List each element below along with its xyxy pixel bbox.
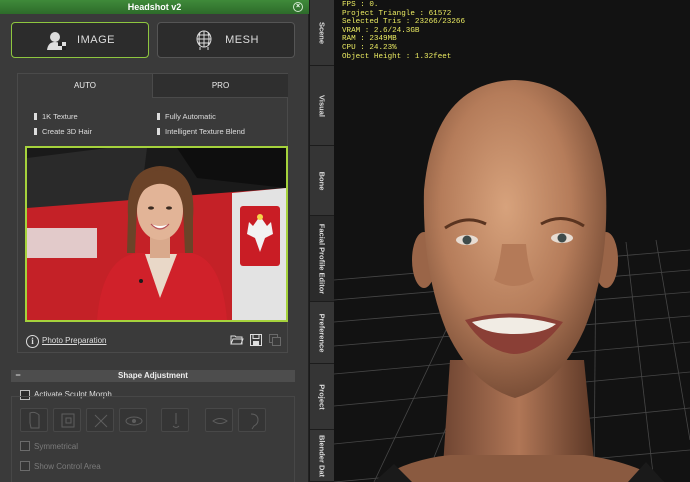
side-tab-bone[interactable]: Bone bbox=[310, 146, 334, 216]
side-tab-facial-profile-editor[interactable]: Facial Profile Editor bbox=[310, 216, 334, 302]
sculpt-tool-button bbox=[238, 408, 266, 432]
bullet-icon bbox=[157, 128, 160, 135]
sculpt-tool-button bbox=[20, 408, 48, 432]
tab-auto[interactable]: AUTO bbox=[18, 74, 153, 98]
info-icon[interactable]: i bbox=[26, 335, 39, 348]
source-photo[interactable] bbox=[25, 146, 288, 322]
side-tab-project[interactable]: Project bbox=[310, 364, 334, 430]
symmetrical-label: Symmetrical bbox=[34, 442, 79, 451]
stat-selected-tris: Selected Tris : 23266/23266 bbox=[342, 18, 466, 27]
mode-tabs-box: AUTO PRO 1K Texture Fully Automatic Crea… bbox=[17, 73, 288, 353]
stat-vram: VRAM : 2.6/24.3GB bbox=[342, 26, 420, 35]
stat-ram: RAM : 2349MB bbox=[342, 35, 397, 44]
bullet-icon bbox=[34, 113, 37, 120]
stat-fps: FPS : 0. bbox=[342, 1, 379, 9]
photo-preparation-link[interactable]: Photo Preparation bbox=[42, 336, 107, 345]
tab-pro[interactable]: PRO bbox=[153, 74, 288, 98]
head-preview-render bbox=[334, 0, 690, 482]
close-button[interactable]: × bbox=[293, 2, 303, 12]
sculpt-tool-button bbox=[205, 408, 233, 432]
portrait-checker-icon bbox=[47, 32, 67, 50]
source-photo-image bbox=[27, 148, 286, 320]
sculpt-tool-button bbox=[86, 408, 114, 432]
panel-titlebar[interactable]: Headshot v2 × bbox=[0, 0, 309, 14]
side-tab-visual[interactable]: Visual bbox=[310, 66, 334, 146]
symmetrical-checkbox bbox=[20, 441, 30, 451]
bullet-icon bbox=[157, 113, 160, 120]
sculpt-head-icon bbox=[29, 411, 40, 429]
feature-item: Intelligent Texture Blend bbox=[157, 127, 245, 136]
app-root: Headshot v2 × IMAGE MESH AUTO PRO 1K Tex… bbox=[0, 0, 690, 482]
open-folder-icon[interactable] bbox=[230, 333, 244, 347]
3d-viewport[interactable]: FPS : 0. Project Triangle : 61572 Select… bbox=[334, 0, 690, 482]
feature-item: Fully Automatic bbox=[157, 112, 216, 121]
stat-cpu: CPU : 24.23% bbox=[342, 43, 397, 52]
side-tab-scene[interactable]: Scene bbox=[310, 0, 334, 66]
sculpt-eye-icon bbox=[125, 416, 143, 426]
show-control-area-label: Show Control Area bbox=[34, 462, 101, 471]
side-tab-preference[interactable]: Preference bbox=[310, 302, 334, 364]
headshot-panel: Headshot v2 × IMAGE MESH AUTO PRO 1K Tex… bbox=[0, 0, 309, 482]
bullet-icon bbox=[34, 128, 37, 135]
collapse-icon[interactable]: − bbox=[14, 370, 22, 382]
viewport-stats: FPS : 0. Project Triangle : 61572 Select… bbox=[342, 1, 465, 61]
stat-object-height: Object Height : 1.32feet bbox=[342, 52, 452, 61]
wireframe-head-icon bbox=[196, 30, 212, 50]
save-icon[interactable] bbox=[249, 333, 263, 347]
feature-item: Create 3D Hair bbox=[34, 127, 92, 136]
sculpt-tool-button bbox=[119, 408, 147, 432]
sculpt-tool-button bbox=[161, 408, 189, 432]
sculpt-nose-icon bbox=[172, 413, 180, 428]
sculpt-mouth-icon bbox=[212, 418, 228, 424]
shape-adjustment-title: Shape Adjustment bbox=[118, 371, 188, 380]
sculpt-pinch-icon bbox=[94, 414, 108, 428]
copy-icon bbox=[269, 334, 281, 346]
close-icon: × bbox=[295, 3, 301, 10]
stat-project-triangle: Project Triangle : 61572 bbox=[342, 9, 452, 18]
side-tab-strip: Scene Visual Bone Facial Profile Editor … bbox=[309, 0, 334, 482]
image-mode-label: IMAGE bbox=[77, 34, 115, 46]
shape-adjustment-header[interactable]: − Shape Adjustment bbox=[11, 370, 295, 382]
feature-item: 1K Texture bbox=[34, 112, 78, 121]
sculpt-ear-icon bbox=[250, 413, 259, 430]
image-mode-button[interactable]: IMAGE bbox=[11, 22, 149, 58]
sculpt-select-icon bbox=[61, 413, 75, 428]
mesh-mode-button[interactable]: MESH bbox=[157, 22, 295, 58]
sculpt-tool-button bbox=[53, 408, 81, 432]
mesh-mode-label: MESH bbox=[225, 34, 259, 46]
panel-title: Headshot v2 bbox=[127, 2, 182, 12]
show-control-area-checkbox bbox=[20, 461, 30, 471]
side-tab-blender-data[interactable]: Blender Dat bbox=[310, 430, 334, 482]
